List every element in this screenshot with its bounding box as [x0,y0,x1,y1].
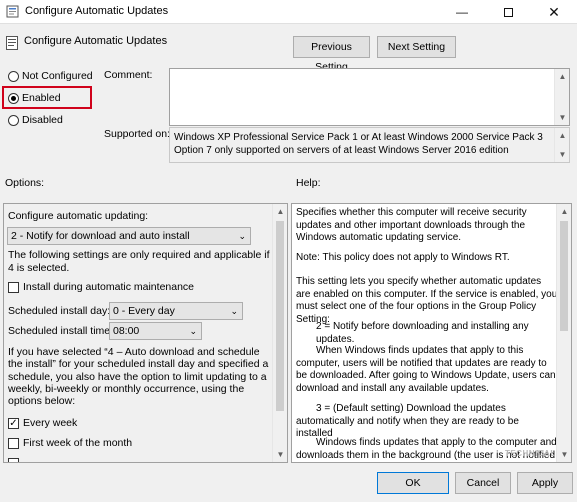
help-paragraph: 3 = (Default setting) Download the updat… [296,403,519,439]
next-setting-label: Next Setting [387,41,446,53]
previous-setting-button[interactable]: Previous Setting [293,36,370,73]
configure-updating-label: Configure automatic updating: [8,210,149,222]
options-scrollbar[interactable]: ▲ ▼ [272,204,287,462]
install-day-value: 0 - Every day [113,305,175,317]
scroll-down-icon[interactable]: ▼ [555,147,570,162]
help-paragraph: Specifies whether this computer will rec… [296,207,527,243]
cancel-button[interactable]: Cancel [455,472,511,494]
configure-updating-select[interactable]: 2 - Notify for download and auto install… [7,227,251,245]
comment-textarea[interactable]: ▲ ▼ [169,68,570,126]
ok-button[interactable]: OK [377,472,449,494]
ok-label: OK [405,477,421,489]
help-paragraph: When Windows finds updates that apply to… [296,345,556,394]
next-setting-button[interactable]: Next Setting [377,36,456,58]
help-paragraph: This setting lets you specify whether au… [296,276,558,325]
schedule-note: If you have selected “4 – Auto download … [8,346,269,408]
window-title: Configure Automatic Updates [25,5,169,17]
cancel-label: Cancel [466,477,500,489]
options-label: Options: [5,177,45,189]
minimize-icon: — [456,5,468,19]
chevron-down-icon: ⌄ [189,326,197,336]
radio-disabled[interactable] [8,115,19,126]
help-scrollbar[interactable]: ▲ ▼ [556,204,571,462]
maintenance-checkbox[interactable] [8,282,19,293]
scroll-up-icon[interactable]: ▲ [557,204,571,219]
disabled-label: Disabled [22,114,63,126]
install-time-value: 08:00 [113,325,140,337]
title-bar: Configure Automatic Updates — ✕ [0,0,577,24]
highlight-box [2,86,92,109]
policy-setting-icon [6,36,18,50]
scroll-thumb[interactable] [276,221,284,411]
supported-scrollbar[interactable]: ▲ ▼ [554,128,569,162]
scroll-up-icon[interactable]: ▲ [555,128,570,143]
first-week-label: First week of the month [23,437,133,449]
every-week-label: Every week [23,417,78,429]
scroll-down-icon[interactable]: ▼ [557,447,571,462]
help-paragraph: Note: This policy does not apply to Wind… [296,252,510,263]
supported-on-text: Windows XP Professional Service Pack 1 o… [174,132,543,156]
supported-on-box: Windows XP Professional Service Pack 1 o… [169,127,570,163]
options-pane: Configure automatic updating: 2 - Notify… [3,203,288,463]
every-week-checkbox[interactable]: ✓ [8,418,19,429]
help-label: Help: [296,177,321,189]
dialog-body: Configure Automatic Updates Previous Set… [0,24,577,502]
maximize-button[interactable] [485,0,531,24]
apply-label: Apply [531,477,559,489]
not-configured-label: Not Configured [22,70,93,82]
policy-title: Configure Automatic Updates [24,35,168,47]
supported-on-label: Supported on: [104,128,170,140]
help-paragraph: 2 = Notify before downloading and instal… [316,321,529,345]
scroll-down-icon[interactable]: ▼ [555,110,570,125]
watermark: TECHNICAL [505,449,556,458]
install-day-select[interactable]: 0 - Every day ⌄ [109,302,243,320]
radio-not-configured[interactable] [8,71,19,82]
policy-icon [6,5,19,18]
comment-label: Comment: [104,69,153,81]
close-button[interactable]: ✕ [531,0,577,24]
help-pane: Specifies whether this computer will rec… [291,203,572,463]
chevron-down-icon: ⌄ [238,231,246,241]
maximize-icon [503,7,513,17]
close-icon: ✕ [548,3,560,20]
next-checkbox-partial[interactable] [8,458,19,462]
first-week-checkbox[interactable] [8,438,19,449]
scroll-up-icon[interactable]: ▲ [555,69,570,84]
install-time-select[interactable]: 08:00 ⌄ [109,322,202,340]
following-settings-note: The following settings are only required… [8,249,270,274]
minimize-button[interactable]: — [439,0,485,24]
maintenance-label: Install during automatic maintenance [23,281,195,293]
scroll-down-icon[interactable]: ▼ [273,447,287,462]
install-day-label: Scheduled install day: [8,305,111,317]
apply-button[interactable]: Apply [517,472,573,494]
scroll-thumb[interactable] [560,221,568,331]
install-time-label: Scheduled install time: [8,325,114,337]
comment-scrollbar[interactable]: ▲ ▼ [554,69,569,125]
chevron-down-icon: ⌄ [230,306,238,316]
scroll-up-icon[interactable]: ▲ [273,204,287,219]
configure-updating-value: 2 - Notify for download and auto install [11,230,190,242]
